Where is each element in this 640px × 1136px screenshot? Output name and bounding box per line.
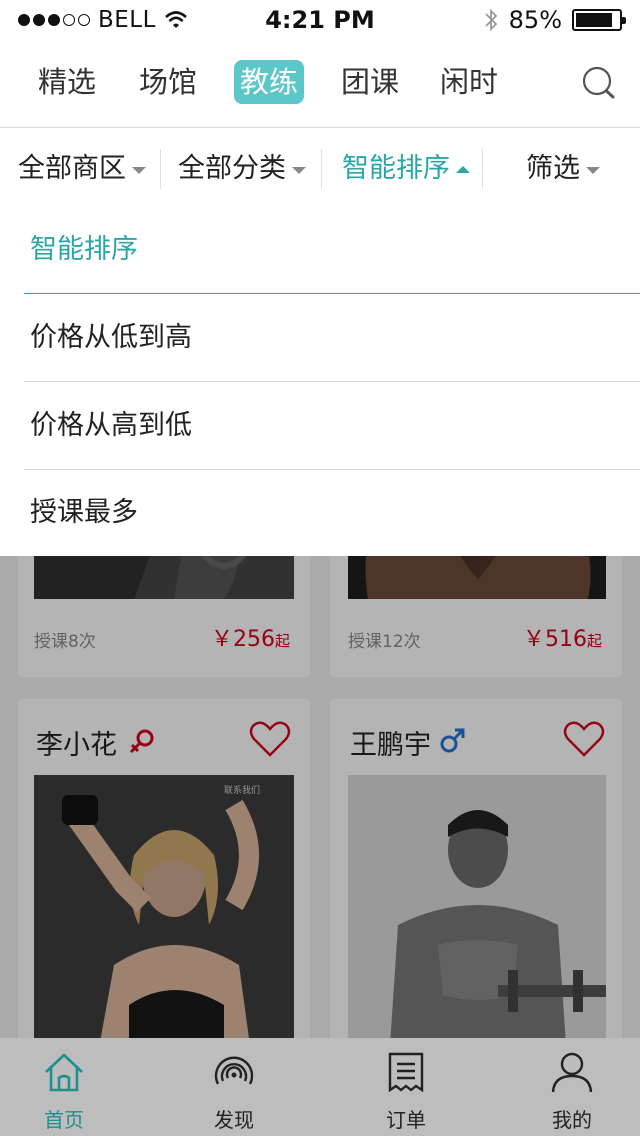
- order-icon: [388, 1052, 424, 1093]
- filter-category-label: 全部分类: [178, 153, 286, 184]
- tab-group-classes[interactable]: 团课: [335, 60, 405, 104]
- chevron-up-icon: [456, 165, 470, 173]
- sort-option-smart[interactable]: 智能排序: [24, 206, 640, 294]
- filter-sort-label: 智能排序: [342, 153, 450, 184]
- chevron-down-icon: [292, 166, 306, 174]
- sort-option-price-desc[interactable]: 价格从高到低: [24, 382, 640, 470]
- tab-discover-label: 发现: [214, 1108, 254, 1132]
- discover-icon: [214, 1056, 254, 1085]
- bottom-tab-bar: 首页 发现 订单 我的: [0, 1038, 640, 1136]
- sort-dropdown: 智能排序 价格从低到高 价格从高到低 授课最多: [0, 206, 640, 556]
- tab-off-peak[interactable]: 闲时: [434, 60, 504, 104]
- tab-profile[interactable]: 我的: [522, 1038, 622, 1136]
- tab-home-label: 首页: [44, 1108, 84, 1132]
- battery-icon: [572, 9, 626, 31]
- status-right: 85%: [483, 6, 626, 34]
- battery-percent: 85%: [508, 6, 562, 34]
- top-nav: 精选 场馆 教练 团课 闲时: [0, 40, 640, 128]
- status-bar: BELL 4:21 PM 85%: [0, 0, 640, 40]
- tab-profile-label: 我的: [552, 1108, 592, 1132]
- tab-orders[interactable]: 订单: [356, 1038, 456, 1136]
- filter-sort[interactable]: 智能排序: [342, 129, 470, 209]
- tab-venues[interactable]: 场馆: [133, 60, 203, 104]
- sort-option-most-lessons[interactable]: 授课最多: [24, 470, 640, 556]
- tab-orders-label: 订单: [386, 1108, 426, 1132]
- chevron-down-icon: [586, 166, 600, 174]
- profile-icon: [551, 1052, 593, 1093]
- filter-screen[interactable]: 筛选: [526, 129, 600, 209]
- filter-category[interactable]: 全部分类: [178, 129, 306, 209]
- sort-option-price-asc[interactable]: 价格从低到高: [24, 294, 640, 382]
- search-icon[interactable]: [580, 64, 620, 104]
- tab-discover[interactable]: 发现: [184, 1038, 284, 1136]
- filter-bar: 全部商区 全部分类 智能排序 筛选: [0, 129, 640, 209]
- tab-coaches[interactable]: 教练: [234, 60, 305, 104]
- bluetooth-icon: [485, 8, 497, 32]
- filter-screen-label: 筛选: [526, 153, 580, 184]
- tab-home[interactable]: 首页: [14, 1038, 114, 1136]
- home-icon: [45, 1053, 83, 1092]
- chevron-down-icon: [132, 166, 146, 174]
- tab-featured[interactable]: 精选: [32, 60, 102, 104]
- filter-district-label: 全部商区: [18, 153, 126, 184]
- filter-district[interactable]: 全部商区: [18, 129, 146, 209]
